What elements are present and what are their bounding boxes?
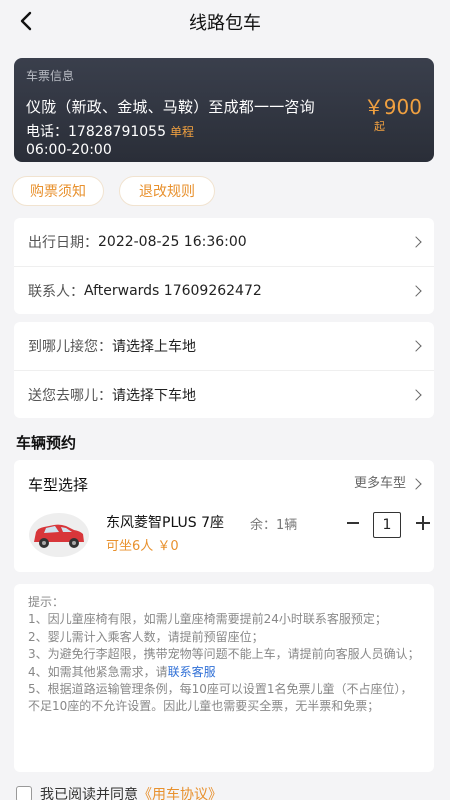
vehicle-section-title: 车辆预约: [16, 434, 77, 452]
travel-date-label: 出行日期：: [28, 235, 98, 251]
contact-label: 联系人：: [28, 283, 84, 300]
trip-type-tag: 单程: [169, 125, 194, 139]
more-vehicle-types-link[interactable]: 更多车型: [354, 472, 406, 491]
agreement-checkbox[interactable]: [16, 786, 32, 800]
vehicle-name: 东风菱智PLUS 7座: [106, 515, 225, 531]
ticket-label: 车票信息: [26, 69, 75, 83]
page-title: 线路包车: [189, 13, 261, 34]
increase-quantity-button[interactable]: [416, 516, 430, 530]
top-bar: 线路包车: [0, 0, 450, 44]
price-suffix: 起: [374, 120, 385, 133]
tip-line: 2、婴儿需计入乘客人数，请提前预留座位；: [28, 629, 264, 644]
phone-number[interactable]: 电话：17828791055: [26, 124, 166, 140]
vehicle-remaining: 余：1辆: [250, 518, 298, 533]
service-hours: 06:00-20:00: [26, 142, 112, 158]
purchase-notice-button[interactable]: 购票须知: [12, 176, 104, 206]
ticket-price: ￥900: [363, 95, 422, 119]
chevron-right-icon: [410, 236, 422, 248]
decrease-quantity-button[interactable]: [347, 522, 359, 524]
service-agreement-link[interactable]: 《用车协议》: [138, 784, 222, 800]
dropoff-value: 请选择下车地: [112, 387, 196, 404]
refund-rules-button[interactable]: 退改规则: [119, 176, 215, 206]
ticket-info-card: 车票信息 仪陇（新政、金城、马鞍）至成都一一咨询 电话：17828791055 单…: [14, 58, 434, 162]
agreement-text: 我已阅读并同意: [40, 787, 138, 800]
dropoff-label: 送您去哪儿：: [28, 387, 112, 404]
vehicle-capacity-price: 可坐6人 ￥0: [106, 539, 179, 554]
car-icon: [29, 513, 89, 557]
dropoff-row[interactable]: 送您去哪儿： 请选择下车地: [14, 370, 434, 418]
quantity-input[interactable]: 1: [373, 512, 401, 538]
tip-text: 4、如需其他紧急需求，请: [28, 664, 168, 679]
tips-title: 提示：: [28, 595, 65, 609]
contact-row[interactable]: 联系人： Afterwards 17609262472: [14, 266, 434, 314]
vehicle-type-label: 车型选择: [28, 476, 89, 494]
ticket-phone: 电话：17828791055 单程: [26, 121, 194, 141]
pickup-label: 到哪儿接您：: [28, 339, 112, 355]
chevron-right-icon: [410, 340, 422, 352]
back-arrow-icon[interactable]: [12, 6, 42, 36]
contact-service-link[interactable]: 联系客服: [168, 665, 216, 679]
tip-line: 5、根据道路运输管理条例，每10座可以设置1名免票儿童（不占座位），不足10座的…: [28, 682, 413, 714]
travel-date-row[interactable]: 出行日期： 2022-08-25 16:36:00: [14, 218, 434, 266]
location-card: 到哪儿接您： 请选择上车地 送您去哪儿： 请选择下车地: [14, 322, 434, 418]
tip-line: 4、如需其他紧急需求，请联系客服: [28, 664, 420, 681]
travel-date-value: 2022-08-25 16:36:00: [98, 234, 247, 250]
vehicle-card: 车型选择 更多车型 东风菱智PLUS 7座 余：1辆 可坐6人 ￥0 1: [14, 460, 434, 572]
contact-value: Afterwards 17609262472: [84, 282, 262, 299]
chevron-right-icon: [410, 284, 422, 297]
route-name: 仪陇（新政、金城、马鞍）至成都一一咨询: [26, 98, 315, 116]
tips-panel: 提示： 1、因儿童座椅有限，如需儿童座椅需要提前24小时联系客服预定； 2、婴儿…: [14, 584, 434, 772]
tip-line: 1、因儿童座椅有限，如需儿童座椅需要提前24小时联系客服预定；: [28, 612, 387, 627]
chevron-right-icon: [410, 388, 422, 401]
pickup-row[interactable]: 到哪儿接您： 请选择上车地: [14, 322, 434, 370]
pickup-value: 请选择上车地: [112, 339, 196, 355]
agreement-row: 我已阅读并同意 《用车协议》: [16, 784, 222, 800]
tip-line: 3、为避免行李超限，携带宠物等问题不能上车，请提前向客服人员确认；: [28, 647, 420, 662]
chevron-right-icon: [410, 478, 422, 490]
trip-info-card: 出行日期： 2022-08-25 16:36:00 联系人： Afterward…: [14, 218, 434, 314]
